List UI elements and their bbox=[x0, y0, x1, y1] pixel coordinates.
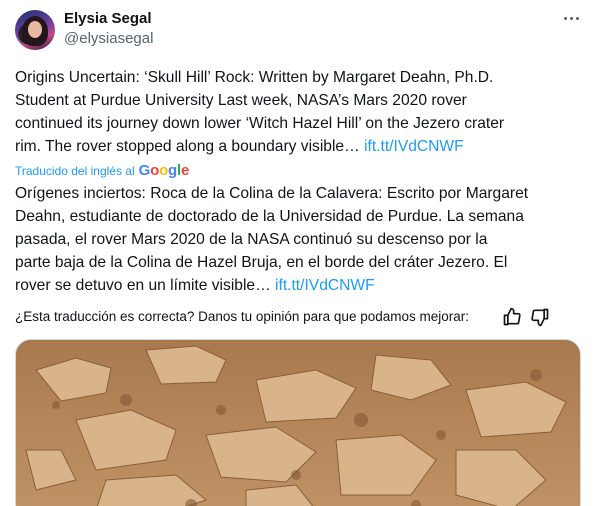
mars-rock-photo bbox=[16, 340, 580, 506]
translated-text-line: parte baja de la Colina de Hazel Bruja, … bbox=[15, 254, 508, 271]
tweet-text-line: Student at Purdue University Last week, … bbox=[15, 92, 467, 109]
avatar[interactable] bbox=[15, 10, 55, 50]
thumbs-down-icon[interactable] bbox=[530, 307, 550, 327]
more-dots-icon[interactable] bbox=[558, 7, 584, 29]
tweet-text-line: continued its journey down lower ‘Witch … bbox=[15, 115, 505, 132]
translated-text-line: pasada, el rover Mars 2020 de la NASA co… bbox=[15, 231, 488, 248]
translation-notice[interactable]: Traducido del inglés al Google bbox=[15, 163, 189, 179]
thumbs-up-icon[interactable] bbox=[502, 307, 522, 327]
tweet-link[interactable]: ift.tt/IVdCNWF bbox=[364, 138, 464, 155]
translated-text-line: Orígenes inciertos: Roca de la Colina de… bbox=[15, 185, 529, 202]
google-logo: Google bbox=[138, 162, 190, 179]
translated-text-line: rover se detuvo en un límite visible… if… bbox=[15, 275, 575, 296]
translated-text-last: rover se detuvo en un límite visible… bbox=[15, 277, 276, 294]
tweet-media-image[interactable] bbox=[15, 339, 581, 506]
tweet-text-line: Origins Uncertain: ‘Skull Hill’ Rock: Wr… bbox=[15, 69, 494, 86]
tweet-text-last: rim. The rover stopped along a boundary … bbox=[15, 138, 365, 155]
tweet-card: Elysia Segal @elysiasegal Origins Uncert… bbox=[0, 0, 611, 506]
translated-link[interactable]: ift.tt/IVdCNWF bbox=[275, 277, 375, 294]
tweet-text-line: rim. The rover stopped along a boundary … bbox=[15, 136, 575, 157]
translation-label: Traducido del inglés al bbox=[15, 164, 135, 178]
author-name[interactable]: Elysia Segal bbox=[64, 9, 152, 29]
translated-text-line: Deahn, estudiante de doctorado de la Uni… bbox=[15, 208, 524, 225]
translation-feedback-question: ¿Esta traducción es correcta? Danos tu o… bbox=[15, 309, 469, 324]
author-handle[interactable]: @elysiasegal bbox=[64, 29, 153, 49]
